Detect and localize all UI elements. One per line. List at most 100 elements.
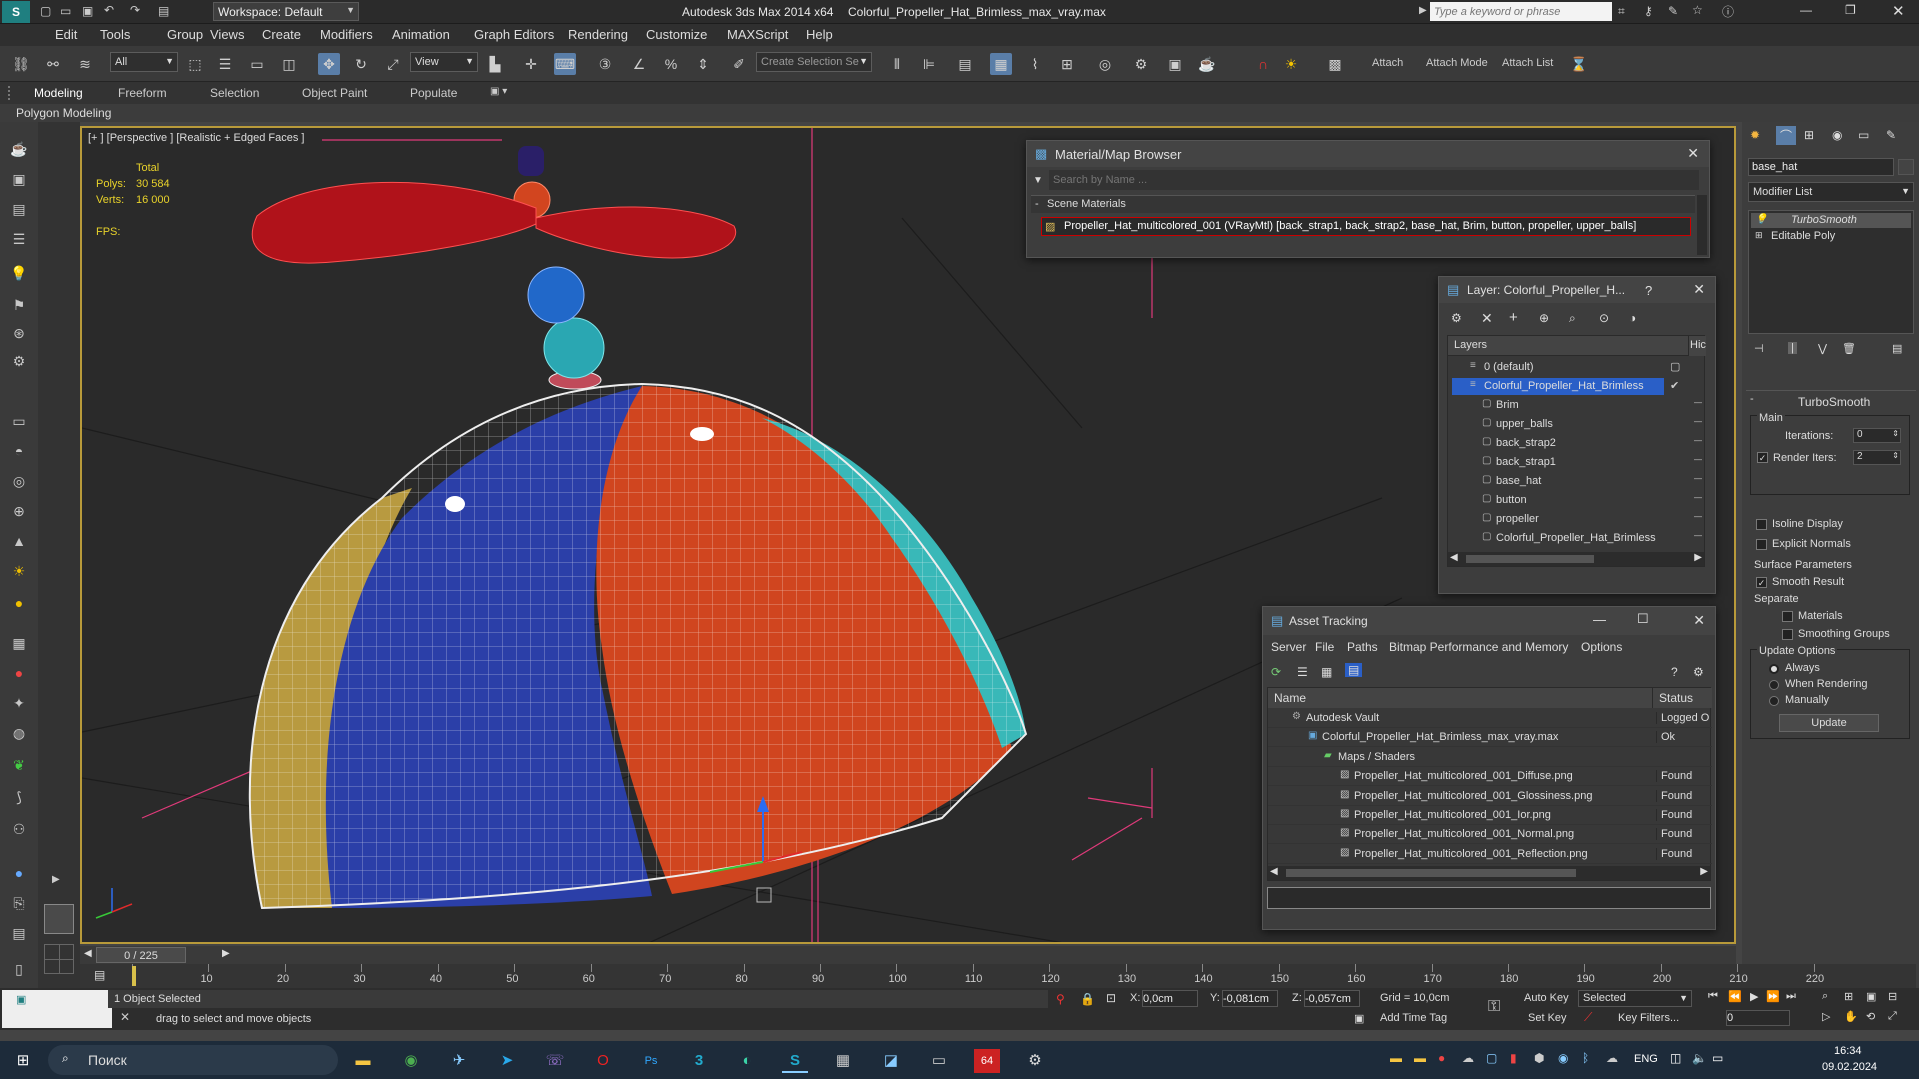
viewport-label[interactable]: [+ ] [Perspective ] [Realistic + Edged F… — [88, 132, 304, 144]
sphere-blue-icon[interactable]: ● — [7, 862, 31, 884]
curve-icon[interactable]: ⟋ — [1584, 1010, 1592, 1025]
asset-hscrollbar[interactable]: ◀ ▶ — [1268, 866, 1710, 880]
explorer-window-icon[interactable]: ▭ — [926, 1049, 952, 1073]
hat-upper-balls[interactable] — [513, 146, 605, 390]
auto-key-button[interactable]: Auto Key — [1524, 992, 1569, 1004]
track-bar-icon[interactable]: ▤ — [94, 968, 105, 982]
tray-icon[interactable]: ▢ — [1486, 1051, 1497, 1065]
key-filters-button[interactable]: Key Filters... — [1618, 1012, 1679, 1024]
tab-modeling[interactable]: Modeling — [34, 86, 83, 100]
object-color-swatch[interactable] — [1898, 159, 1914, 175]
when-rendering-radio[interactable] — [1769, 680, 1779, 690]
torus-icon[interactable]: ◎ — [7, 470, 31, 492]
tab-selection[interactable]: Selection — [210, 86, 259, 100]
menu-customize[interactable]: Customize — [646, 27, 707, 42]
scene-explorer-icon[interactable]: ▤ — [7, 198, 31, 220]
play-icon[interactable]: ▶ — [1750, 990, 1758, 1003]
layer-hscrollbar[interactable]: ◀ ▶ — [1448, 552, 1704, 566]
modifier-list-dropdown[interactable]: Modifier List ▼ — [1748, 182, 1914, 202]
animation-icon[interactable]: ⚑ — [7, 294, 31, 316]
stack-item-turbosmooth[interactable]: 💡 TurboSmooth — [1751, 213, 1911, 228]
ribbon-toggle-icon[interactable]: ▣ ▾ — [490, 86, 507, 97]
asset-name-header[interactable]: Name — [1268, 688, 1652, 708]
help-icon[interactable]: ⓘ — [1722, 3, 1734, 20]
scroll-thumb[interactable] — [1286, 869, 1576, 877]
key-icon[interactable]: ⚷ — [1644, 4, 1653, 18]
asset-status-header[interactable]: Status — [1652, 688, 1712, 708]
graphite-ribbon-icon[interactable]: ▦ — [990, 53, 1012, 75]
time-slider-next-icon[interactable]: ▶ — [222, 948, 230, 959]
layer-hide-toggle[interactable]: — — [1694, 512, 1702, 521]
time-slider[interactable]: ◀ 0 / 225 ▶ — [80, 946, 1736, 964]
x-field[interactable] — [1142, 990, 1198, 1007]
layer-hide-toggle[interactable]: — — [1694, 531, 1702, 540]
viber-icon[interactable]: ☏ — [542, 1049, 568, 1073]
sphere-icon[interactable]: ● — [7, 592, 31, 614]
layer-hide-toggle[interactable]: — — [1694, 474, 1702, 483]
expand-arrow-icon[interactable]: ▶ — [52, 874, 60, 885]
material-entry[interactable]: ▨ Propeller_Hat_multicolored_001 (VRayMt… — [1041, 217, 1691, 236]
motion-tab-icon[interactable]: ◉ — [1832, 128, 1842, 142]
layer-row[interactable]: ≡ 0 (default) ▢ — [1448, 358, 1706, 377]
named-selection-set-dropdown[interactable]: Create Selection Se ▼ — [756, 52, 872, 72]
photoshop-icon[interactable]: Ps — [638, 1049, 664, 1073]
file-explorer-icon[interactable]: ▬ — [350, 1049, 376, 1073]
grid-icon[interactable]: ▦ — [7, 632, 31, 654]
plant-icon[interactable]: ❦ — [7, 754, 31, 776]
hierarchy-tab-icon[interactable]: ⊞ — [1804, 128, 1814, 142]
close-icon[interactable]: ✕ — [1693, 612, 1705, 629]
zoom-icon[interactable]: ⌕ — [1822, 990, 1828, 1003]
tools-icon[interactable]: ✎ — [1668, 4, 1678, 18]
calculator-icon[interactable]: ▦ — [830, 1049, 856, 1073]
layer-hide-toggle[interactable]: — — [1694, 493, 1702, 502]
3dsmax-icon[interactable]: 3 — [686, 1049, 712, 1073]
key-mode-icon[interactable]: ⚿ — [1488, 998, 1500, 1016]
asset-tracking-header[interactable]: ▤ Asset Tracking — ☐ ✕ — [1263, 607, 1715, 635]
layer-active-box[interactable]: ▢ — [1670, 360, 1680, 373]
asset-row[interactable]: ▨ Propeller_Hat_multicolored_001_Diffuse.… — [1268, 767, 1712, 787]
layer-hide-toggle[interactable]: — — [1694, 436, 1702, 445]
smoothing-groups-checkbox[interactable] — [1782, 629, 1793, 640]
select-layer-icon[interactable]: ⌕ — [1569, 311, 1576, 326]
hide-column-header[interactable]: Hic — [1688, 336, 1706, 356]
render-iters-checkbox[interactable]: ✓ — [1757, 452, 1768, 463]
close-icon[interactable]: ✕ — [1687, 145, 1699, 162]
reference-coordinate-dropdown[interactable]: View ▼ — [410, 52, 478, 72]
render-iters-spinner[interactable]: 2 ⇕ — [1853, 450, 1901, 465]
unlink-icon[interactable]: ⚯ — [42, 53, 64, 75]
menu-maxscript[interactable]: MAXScript — [727, 27, 788, 42]
tab-freeform[interactable]: Freeform — [118, 86, 167, 100]
viewport-layout-quad[interactable] — [44, 944, 74, 974]
menu-animation[interactable]: Animation — [392, 27, 450, 42]
layer-dialog-header[interactable]: ▤ Layer: Colorful_Propeller_H... ? ✕ — [1439, 277, 1715, 303]
asset-menu-bitmap-performance-and-memory[interactable]: Bitmap Performance and Memory — [1389, 640, 1568, 654]
save-file-icon[interactable]: ▣ — [82, 4, 93, 18]
tab-object-paint[interactable]: Object Paint — [302, 86, 367, 100]
curve-editor-icon[interactable]: ⌇ — [1024, 53, 1046, 75]
compass-icon[interactable]: ✦ — [7, 692, 31, 714]
asset-row[interactable]: ▨ Propeller_Hat_multicolored_001_Reflecti… — [1268, 845, 1712, 864]
stack-item-editable-poly[interactable]: ⊞ Editable Poly — [1751, 229, 1911, 244]
plane-icon[interactable]: ▭ — [7, 410, 31, 432]
keyword-search-input[interactable] — [1430, 2, 1612, 21]
layer-row[interactable]: ▢ base_hat — — [1448, 472, 1706, 491]
light-bulb-icon[interactable]: 💡 — [1755, 214, 1767, 225]
maximize-icon[interactable]: ☐ — [1637, 611, 1649, 627]
redo-icon[interactable]: ↷ — [130, 3, 140, 17]
geosphere-icon[interactable]: ⊕ — [7, 500, 31, 522]
rectangular-selection-icon[interactable]: ▭ — [246, 53, 268, 75]
taskbar-search[interactable]: ⌕ Поиск — [48, 1045, 338, 1075]
y-field[interactable] — [1222, 990, 1278, 1007]
camera-view-icon[interactable]: ▣ — [7, 168, 31, 190]
sun-icon[interactable]: ☀ — [7, 560, 31, 582]
select-by-name-icon[interactable]: ☰ — [214, 53, 236, 75]
remove-modifier-icon[interactable]: 🗑 — [1842, 342, 1856, 355]
script-icon[interactable]: ⎘ — [7, 892, 31, 914]
layer-active-check[interactable]: ✔ — [1670, 379, 1679, 392]
windows-start-icon[interactable]: ⊞ — [10, 1049, 36, 1073]
zoom-extents-all-icon[interactable]: ⊟ — [1888, 990, 1897, 1003]
isoline-checkbox[interactable] — [1756, 519, 1767, 530]
ribbon-polygon-modeling[interactable]: Polygon Modeling — [16, 106, 111, 120]
field-of-view-icon[interactable]: ▷ — [1822, 1010, 1830, 1023]
hat-dome[interactable] — [232, 378, 1052, 918]
